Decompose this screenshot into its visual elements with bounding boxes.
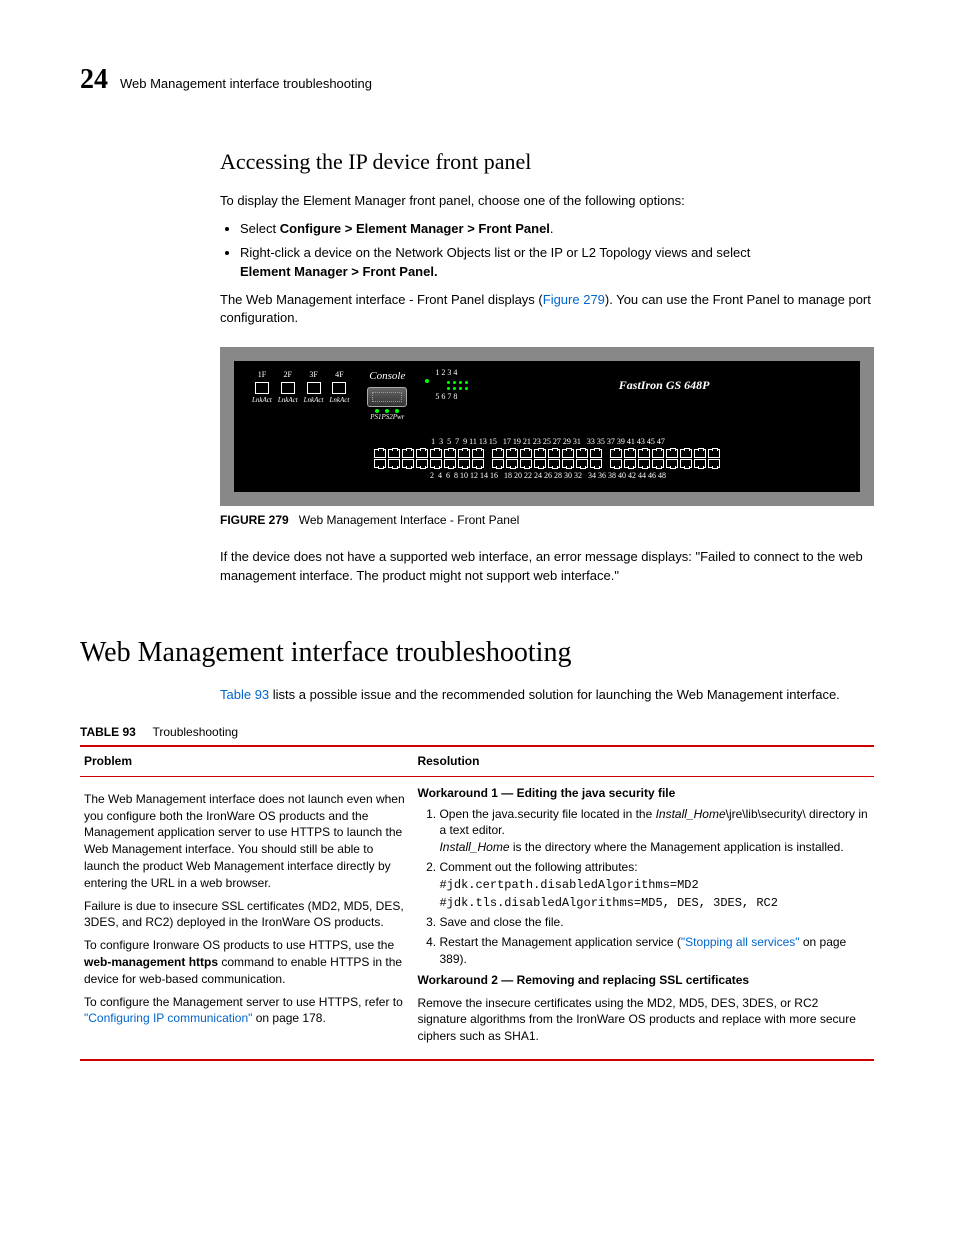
figure-link[interactable]: Figure 279	[543, 292, 605, 307]
page-header: 24 Web Management interface troubleshoot…	[80, 60, 874, 99]
section2-intro: Table 93 lists a possible issue and the …	[220, 686, 874, 704]
workaround1-steps: Open the java.security file located in t…	[417, 806, 868, 968]
header-title: Web Management interface troubleshooting	[120, 75, 372, 93]
col-resolution: Resolution	[413, 746, 874, 776]
workaround1-title: Workaround 1 — Editing the java security…	[417, 785, 868, 802]
table-row: The Web Management interface does not la…	[80, 776, 874, 1060]
step: Comment out the following attributes: #j…	[439, 859, 868, 911]
list-item: Right-click a device on the Network Obje…	[240, 244, 874, 280]
stopping-services-link[interactable]: "Stopping all services"	[681, 935, 800, 949]
front-panel-figure: 1FLnkAct 2FLnkAct 3FLnkAct 4FLnkAct Cons…	[220, 347, 874, 506]
col-problem: Problem	[80, 746, 413, 776]
fan-indicators: 1FLnkAct 2FLnkAct 3FLnkAct 4FLnkAct	[252, 369, 349, 406]
step: Open the java.security file located in t…	[439, 806, 868, 856]
port-row: 1 3 5 7 9 11 13 15 17 19 21 23 25 27 29 …	[252, 436, 842, 481]
section-heading-accessing: Accessing the IP device front panel	[220, 147, 874, 178]
step: Save and close the file.	[439, 914, 868, 931]
console-port: Console PS1PS2Pwr	[367, 369, 407, 422]
device-model: FastIron GS 648P	[486, 369, 842, 394]
troubleshooting-table: Problem Resolution The Web Management in…	[80, 745, 874, 1061]
table-link[interactable]: Table 93	[220, 687, 269, 702]
config-ip-link[interactable]: "Configuring IP communication"	[84, 1011, 252, 1025]
figure-caption: FIGURE 279 Web Management Interface - Fr…	[220, 512, 874, 529]
led-grid: 1 2 3 4 5 6 7 8	[435, 369, 468, 402]
table-caption: TABLE 93 Troubleshooting	[80, 724, 874, 741]
paragraph: The Web Management interface - Front Pan…	[220, 291, 874, 327]
workaround2-title: Workaround 2 — Removing and replacing SS…	[417, 972, 868, 989]
intro-paragraph: To display the Element Manager front pan…	[220, 192, 874, 210]
list-item: Select Configure > Element Manager > Fro…	[240, 220, 874, 238]
step: Restart the Management application servi…	[439, 934, 868, 968]
error-paragraph: If the device does not have a supported …	[220, 548, 874, 584]
workaround2-body: Remove the insecure certificates using t…	[417, 995, 868, 1045]
section-heading-troubleshooting: Web Management interface troubleshooting	[80, 633, 874, 672]
chapter-number: 24	[80, 60, 108, 99]
option-list: Select Configure > Element Manager > Fro…	[220, 220, 874, 281]
